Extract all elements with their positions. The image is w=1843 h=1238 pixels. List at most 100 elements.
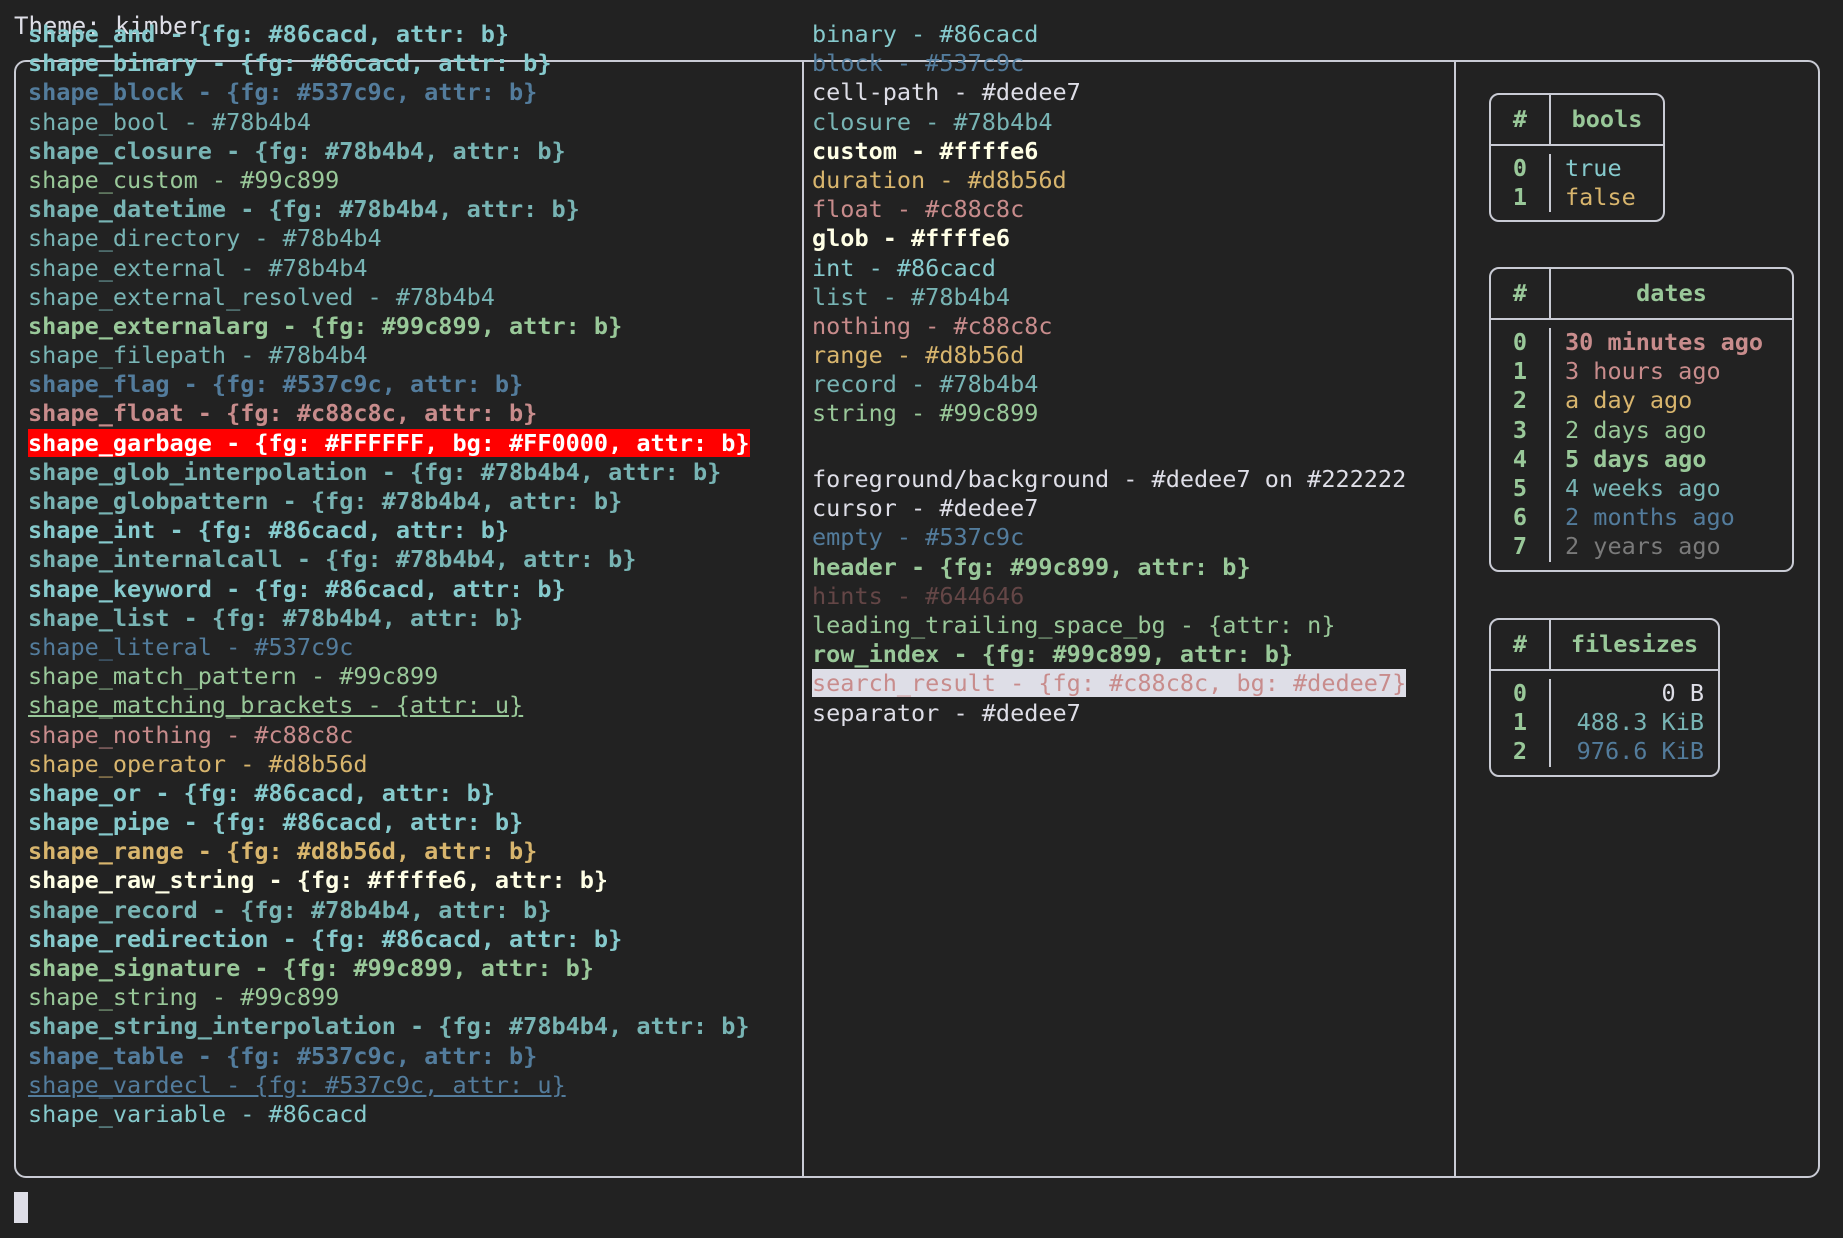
theme-entry: shape_closure - {fg: #78b4b4, attr: b}	[28, 137, 773, 166]
shapes-column: shape_and - {fg: #86cacd, attr: b} shape_…	[28, 20, 773, 1129]
theme-entry: shape_bool - #78b4b4	[28, 108, 773, 137]
theme-entry: shape_record - {fg: #78b4b4, attr: b}	[28, 896, 773, 925]
theme-entry-text: shape_block - {fg: #537c9c, attr: b}	[28, 78, 538, 107]
table-body: 0 true 1 false	[1491, 146, 1663, 220]
theme-entry: shape_range - {fg: #d8b56d, attr: b}	[28, 837, 773, 866]
theme-entry: range - #d8b56d	[812, 341, 1422, 370]
table-row: 3 2 days ago	[1491, 415, 1792, 445]
table-row: 0 30 minutes ago	[1491, 328, 1792, 358]
theme-entry-text: shape_table - {fg: #537c9c, attr: b}	[28, 1041, 538, 1070]
table-header-index: #	[1512, 278, 1528, 307]
theme-entry-text: shape_binary - {fg: #86cacd, attr: b}	[28, 49, 552, 78]
table-cell-value: 5 days ago	[1565, 444, 1707, 473]
theme-entry: foreground/background - #dedee7 on #2222…	[812, 465, 1422, 494]
table-header-value: filesizes	[1570, 629, 1699, 658]
theme-entry-text: shape_operator - #d8b56d	[28, 749, 368, 778]
table-body: 0 0 B 1 488.3 KiB 2 976.6 KiB	[1491, 671, 1718, 775]
theme-entry: int - #86cacd	[812, 254, 1422, 283]
table-row: 2 a day ago	[1491, 386, 1792, 416]
theme-entry-text: shape_keyword - {fg: #86cacd, attr: b}	[28, 574, 566, 603]
theme-entry-text: glob - #ffffe6	[812, 224, 1011, 253]
table-header-index: #	[1512, 629, 1528, 658]
table-row: 1 488.3 KiB	[1491, 708, 1718, 738]
theme-entry: shape_list - {fg: #78b4b4, attr: b}	[28, 604, 773, 633]
table-cell-index: 5	[1512, 473, 1528, 502]
theme-entry-text: closure - #78b4b4	[812, 107, 1053, 136]
table-cell-index: 0	[1512, 154, 1528, 182]
theme-entry: custom - #ffffe6	[812, 137, 1422, 166]
table-cell-index: 0	[1512, 328, 1528, 356]
theme-entry: shape_custom - #99c899	[28, 166, 773, 195]
table-dates: # dates 0 30 minutes ago 1 3 hours ago 2 a day …	[1489, 267, 1794, 572]
theme-entry: row_index - {fg: #99c899, attr: b}	[812, 640, 1422, 669]
table-cell-index: 1	[1512, 708, 1528, 737]
table-header-row: # filesizes	[1491, 620, 1718, 671]
table-bools: # bools 0 true 1 false	[1489, 93, 1665, 223]
theme-entry: shape_datetime - {fg: #78b4b4, attr: b}	[28, 195, 773, 224]
table-cell-index: 3	[1512, 415, 1528, 444]
theme-entry: shape_external_resolved - #78b4b4	[28, 283, 773, 312]
table-cell-value: 2 days ago	[1565, 415, 1707, 444]
terminal-cursor	[14, 1192, 28, 1223]
theme-entry: shape_pipe - {fg: #86cacd, attr: b}	[28, 808, 773, 837]
theme-entry-text: binary - #86cacd	[812, 20, 1039, 48]
table-row: 6 2 months ago	[1491, 503, 1792, 533]
theme-entry-text: shape_nothing - #c88c8c	[28, 720, 354, 749]
theme-entry: closure - #78b4b4	[812, 108, 1422, 137]
theme-entry-text: cursor - #dedee7	[812, 494, 1039, 523]
theme-entry: separator - #dedee7	[812, 699, 1422, 728]
theme-entry: glob - #ffffe6	[812, 224, 1422, 253]
table-cell-value: true	[1565, 154, 1622, 182]
theme-entry-text: shape_custom - #99c899	[28, 165, 340, 194]
theme-entry-text: shape_directory - #78b4b4	[28, 224, 382, 253]
theme-entry: header - {fg: #99c899, attr: b}	[812, 553, 1422, 582]
table-header-value: dates	[1636, 278, 1707, 307]
theme-entry: list - #78b4b4	[812, 283, 1422, 312]
theme-entry-text: shape_record - {fg: #78b4b4, attr: b}	[28, 895, 552, 924]
theme-entry: leading_trailing_space_bg - {attr: n}	[812, 611, 1422, 640]
theme-entry-text: leading_trailing_space_bg - {attr: n}	[812, 610, 1336, 639]
theme-entry: shape_directory - #78b4b4	[28, 224, 773, 253]
table-cell-index: 1	[1512, 183, 1528, 212]
theme-entry-text: shape_glob_interpolation - {fg: #78b4b4,…	[28, 457, 722, 486]
theme-entry-text: shape_internalcall - {fg: #78b4b4, attr:…	[28, 545, 637, 574]
theme-entry-text: shape_variable - #86cacd	[28, 1099, 368, 1128]
theme-entry-text: empty - #537c9c	[812, 523, 1025, 552]
theme-entry: shape_signature - {fg: #99c899, attr: b}	[28, 954, 773, 983]
table-row: 1 3 hours ago	[1491, 357, 1792, 387]
table-cell-index: 7	[1512, 532, 1528, 561]
theme-entry: shape_nothing - #c88c8c	[28, 721, 773, 750]
table-row: 4 5 days ago	[1491, 444, 1792, 474]
theme-entry-text: search_result - {fg: #c88c8c, bg: #dedee…	[812, 669, 1407, 698]
table-cell-value: 30 minutes ago	[1565, 328, 1764, 356]
table-cell-index: 6	[1512, 503, 1528, 532]
table-row: 1 false	[1491, 183, 1663, 213]
theme-entry-text: shape_flag - {fg: #537c9c, attr: b}	[28, 370, 524, 399]
theme-entry: shape_string - #99c899	[28, 983, 773, 1012]
theme-entry-text: shape_literal - #537c9c	[28, 632, 354, 661]
theme-entry: shape_binary - {fg: #86cacd, attr: b}	[28, 49, 773, 78]
theme-entry: shape_table - {fg: #537c9c, attr: b}	[28, 1042, 773, 1071]
table-cell-value: 2 months ago	[1565, 503, 1735, 532]
theme-entry: shape_glob_interpolation - {fg: #78b4b4,…	[28, 458, 773, 487]
column-divider-1	[802, 62, 804, 1176]
theme-entry-text: duration - #d8b56d	[812, 165, 1067, 194]
theme-entry: shape_filepath - #78b4b4	[28, 341, 773, 370]
theme-entry-text: shape_string - #99c899	[28, 983, 340, 1012]
theme-entry-text: shape_vardecl - {fg: #537c9c, attr: u}	[28, 1070, 566, 1099]
theme-entry: search_result - {fg: #c88c8c, bg: #dedee…	[812, 669, 1422, 698]
theme-entry: shape_float - {fg: #c88c8c, attr: b}	[28, 399, 773, 428]
theme-entry-text: hints - #644646	[812, 581, 1025, 610]
theme-entry: shape_string_interpolation - {fg: #78b4b…	[28, 1012, 773, 1041]
theme-entry: float - #c88c8c	[812, 195, 1422, 224]
theme-entry: hints - #644646	[812, 582, 1422, 611]
table-row: 7 2 years ago	[1491, 532, 1792, 562]
table-header-row: # dates	[1491, 269, 1792, 320]
theme-entry-text: shape_closure - {fg: #78b4b4, attr: b}	[28, 136, 566, 165]
theme-entry: binary - #86cacd	[812, 20, 1422, 49]
theme-entry: shape_raw_string - {fg: #ffffe6, attr: b…	[28, 866, 773, 895]
theme-entry: cell-path - #dedee7	[812, 78, 1422, 107]
theme-entry-text: row_index - {fg: #99c899, attr: b}	[812, 640, 1294, 669]
theme-entry: shape_external - #78b4b4	[28, 254, 773, 283]
theme-entry-text: separator - #dedee7	[812, 698, 1081, 727]
